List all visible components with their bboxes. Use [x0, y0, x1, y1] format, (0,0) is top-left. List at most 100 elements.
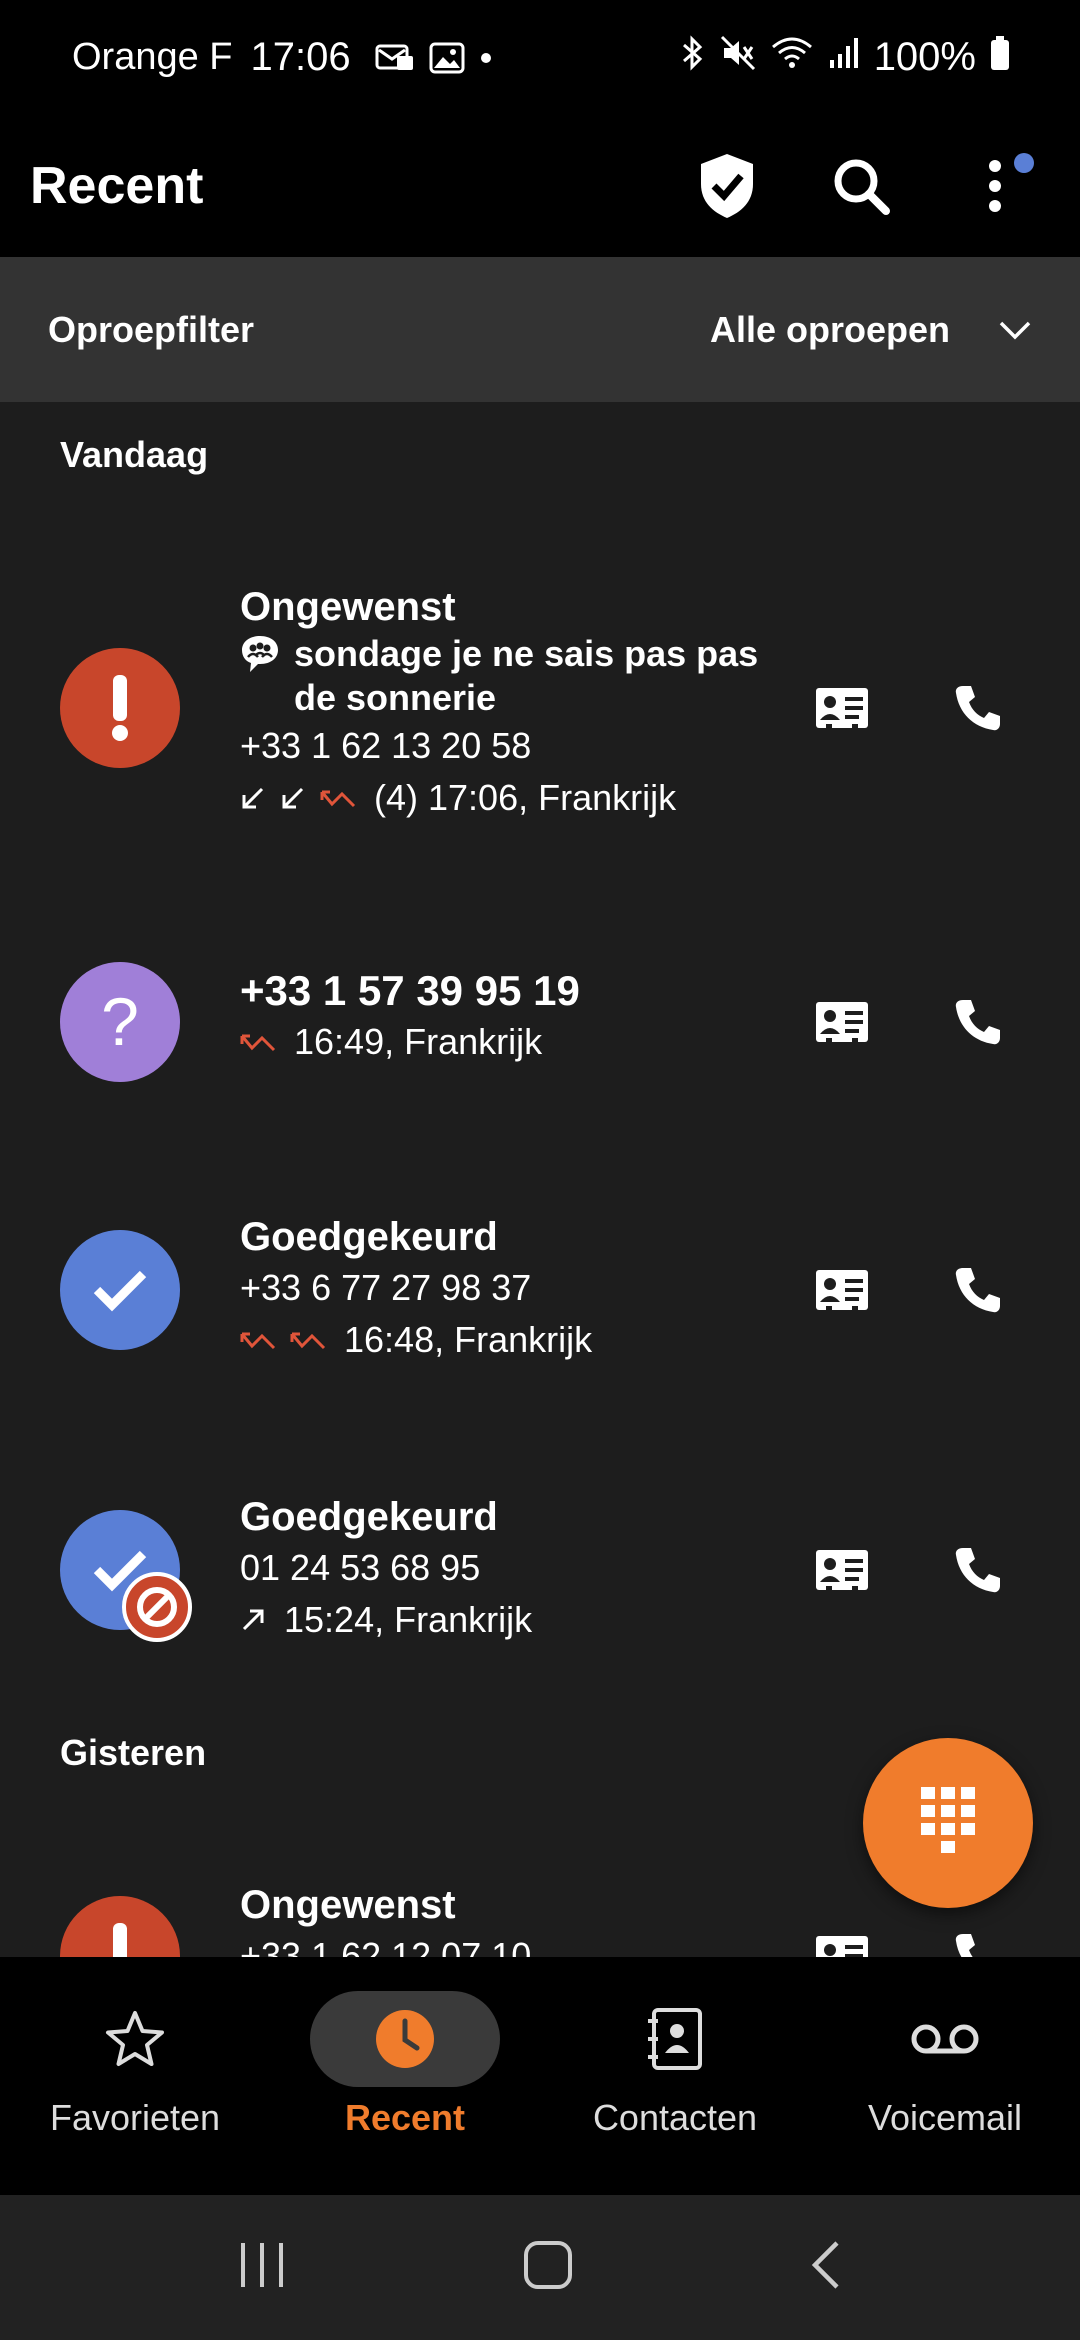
back-button[interactable]: [809, 2239, 843, 2296]
wifi-icon: [770, 35, 814, 81]
battery-icon: [990, 35, 1010, 81]
unknown-caller-avatar: ?: [60, 962, 180, 1082]
missed-call-icon: [240, 1332, 276, 1350]
bottom-navigation: Favorieten Recent Contacten Voicemail: [0, 1957, 1080, 2195]
shield-check-icon: [701, 154, 753, 218]
more-options-button[interactable]: [940, 131, 1050, 241]
clock-icon: [376, 2010, 434, 2068]
call-filter-value[interactable]: Alle oproepen: [710, 309, 950, 351]
blocked-badge: [122, 1572, 192, 1642]
call-row[interactable]: Goedgekeurd 01 24 53 68 95 15:24, Frankr…: [0, 1482, 1080, 1662]
outgoing-call-icon: [242, 1609, 264, 1631]
search-icon: [834, 159, 890, 215]
tab-voicemail[interactable]: Voicemail: [810, 1957, 1080, 2195]
tab-recent[interactable]: Recent: [270, 1957, 540, 2195]
smart-call-protection-button[interactable]: [672, 131, 782, 241]
tab-label: Recent: [344, 2097, 466, 2138]
call-filter-label: Oproepfilter: [48, 308, 255, 350]
tab-contacts[interactable]: Contacten: [540, 1957, 810, 2195]
contact-details-button[interactable]: [812, 678, 872, 738]
call-detail: 15:24, Frankrijk: [284, 1599, 533, 1640]
call-detail: 16:48, Frankrijk: [344, 1319, 593, 1360]
status-time: 17:06: [250, 35, 351, 79]
exclamation-icon: [113, 1923, 127, 1957]
call-row[interactable]: Ongewenst sondage je ne sais pas pas de …: [0, 562, 1080, 818]
bluetooth-icon: [680, 34, 706, 81]
call-detail: (4) 17:06, Frankrijk: [374, 777, 677, 818]
app-bar: Recent: [0, 115, 1080, 257]
approved-avatar: [60, 1230, 180, 1350]
call-filter-bar[interactable]: Oproepfilter Alle oproepen: [0, 257, 1080, 402]
recent-apps-button[interactable]: [237, 2241, 287, 2294]
home-button[interactable]: [522, 2239, 574, 2296]
missed-call-icon: [240, 1034, 276, 1052]
recent-apps-icon: [241, 2243, 284, 2287]
status-bar: Orange F 17:06 100%: [0, 0, 1080, 115]
battery-percentage: 100%: [873, 35, 976, 79]
dialpad-icon: [921, 1787, 975, 1853]
missed-call-icon: [290, 1332, 326, 1350]
call-row[interactable]: ? +33 1 57 39 95 19 16:49, Frankrijk: [0, 922, 1080, 1102]
contact-card-icon: [816, 1002, 868, 1044]
call-detail: 16:49, Frankrijk: [294, 1021, 543, 1062]
more-vertical-icon: [989, 160, 1001, 212]
caller-number: +33 1 57 39 95 19: [240, 967, 580, 1014]
home-icon: [523, 2241, 572, 2289]
contact-details-button[interactable]: [812, 1260, 872, 1320]
notification-dot: [1014, 153, 1034, 173]
call-row[interactable]: Goedgekeurd +33 6 77 27 98 37 16:48, Fra…: [0, 1202, 1080, 1382]
contact-details-button[interactable]: [812, 1926, 872, 1957]
contact-details-button[interactable]: [812, 992, 872, 1052]
more-notifications-dot-icon: [479, 51, 493, 65]
contact-card-icon: [816, 1270, 868, 1312]
message-notification-icon: [375, 42, 415, 74]
incoming-call-icon: [282, 787, 304, 809]
caller-name: Goedgekeurd: [240, 1495, 498, 1539]
caller-number: +33 6 77 27 98 37: [240, 1267, 532, 1308]
caller-name: Ongewenst: [240, 1883, 456, 1927]
voicemail-icon: [911, 2024, 979, 2054]
incoming-call-icon: [242, 787, 264, 809]
tab-favorites[interactable]: Favorieten: [0, 1957, 270, 2195]
carrier-name: Orange F: [72, 36, 233, 78]
tab-label: Favorieten: [49, 2097, 221, 2138]
exclamation-icon: [112, 675, 128, 741]
call-button[interactable]: [948, 1260, 1008, 1320]
tab-label: Contacten: [592, 2097, 758, 2138]
spam-avatar: [60, 1896, 180, 1957]
keypad-button[interactable]: [863, 1738, 1033, 1908]
call-button[interactable]: [948, 992, 1008, 1052]
caller-number: +33 1 62 12 07 10: [240, 1935, 532, 1957]
gallery-notification-icon: [429, 42, 465, 74]
page-title: Recent: [30, 157, 204, 215]
caller-name: Ongewenst: [240, 585, 456, 629]
section-header-today: Vandaag: [60, 434, 209, 475]
spam-avatar: [60, 648, 180, 768]
question-mark-icon: ?: [101, 984, 139, 1060]
contact-details-button[interactable]: [812, 1540, 872, 1600]
checkmark-icon: [93, 1270, 147, 1312]
search-button[interactable]: [806, 131, 916, 241]
chevron-down-icon[interactable]: [998, 320, 1032, 340]
contact-card-icon: [816, 1936, 868, 1957]
tab-label: Voicemail: [867, 2097, 1023, 2138]
mute-icon: [720, 35, 756, 81]
comment-icon: [242, 636, 278, 672]
signal-icon: [828, 36, 860, 80]
recent-calls-list[interactable]: Vandaag Ongewenst sondage je ne sais pas…: [0, 402, 1080, 1957]
missed-call-icon: [320, 790, 356, 808]
phone-icon: [955, 686, 1000, 731]
contact-card-icon: [816, 688, 868, 730]
phone-icon: [955, 1000, 1000, 1045]
phone-icon: [955, 1548, 1000, 1593]
contact-card-icon: [816, 1550, 868, 1592]
caller-number: +33 1 62 13 20 58: [240, 725, 532, 766]
section-header-yesterday: Gisteren: [60, 1732, 207, 1773]
call-button[interactable]: [948, 1926, 1008, 1957]
system-navigation-bar: [0, 2195, 1080, 2340]
call-button[interactable]: [948, 678, 1008, 738]
caller-number: 01 24 53 68 95: [240, 1547, 481, 1588]
call-comment: sondage je ne sais pas pas de sonnerie: [294, 633, 759, 718]
call-button[interactable]: [948, 1540, 1008, 1600]
back-icon: [811, 2241, 839, 2289]
